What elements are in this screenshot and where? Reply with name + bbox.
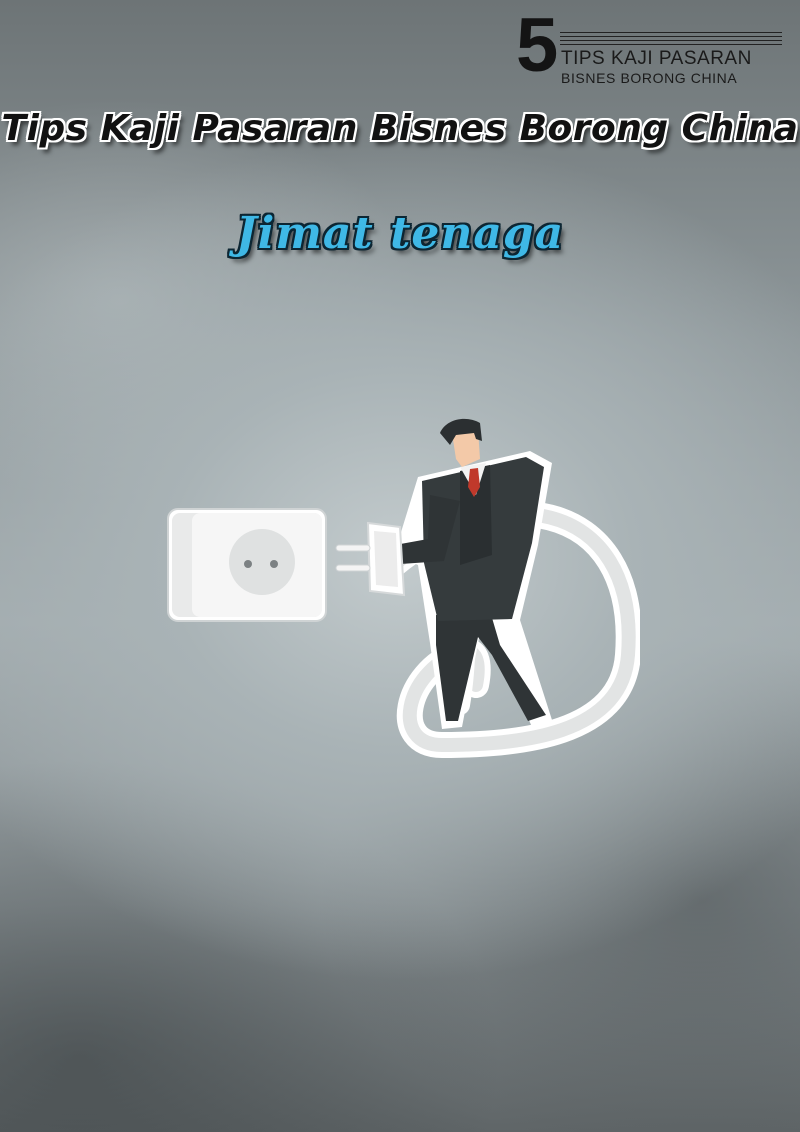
page-subtitle: Jimat tenaga xyxy=(235,208,565,259)
logo-number: 5 xyxy=(516,3,559,88)
logo-line-2: BISNES BORONG CHINA xyxy=(561,70,738,86)
logo-rule xyxy=(560,36,782,37)
logo-rule xyxy=(560,40,782,41)
logo-rule xyxy=(560,44,782,45)
businessman-unplug-illustration xyxy=(167,418,640,759)
brand-logo: 5 TIPS KAJI PASARAN BISNES BORONG CHINA xyxy=(514,8,784,88)
power-socket-icon xyxy=(167,508,327,622)
logo-line-1: TIPS KAJI PASARAN xyxy=(561,48,752,69)
logo-rule xyxy=(560,32,782,33)
power-plug-icon xyxy=(335,521,406,597)
page-title: Tips Kaji Pasaran Bisnes Borong China xyxy=(1,108,799,149)
